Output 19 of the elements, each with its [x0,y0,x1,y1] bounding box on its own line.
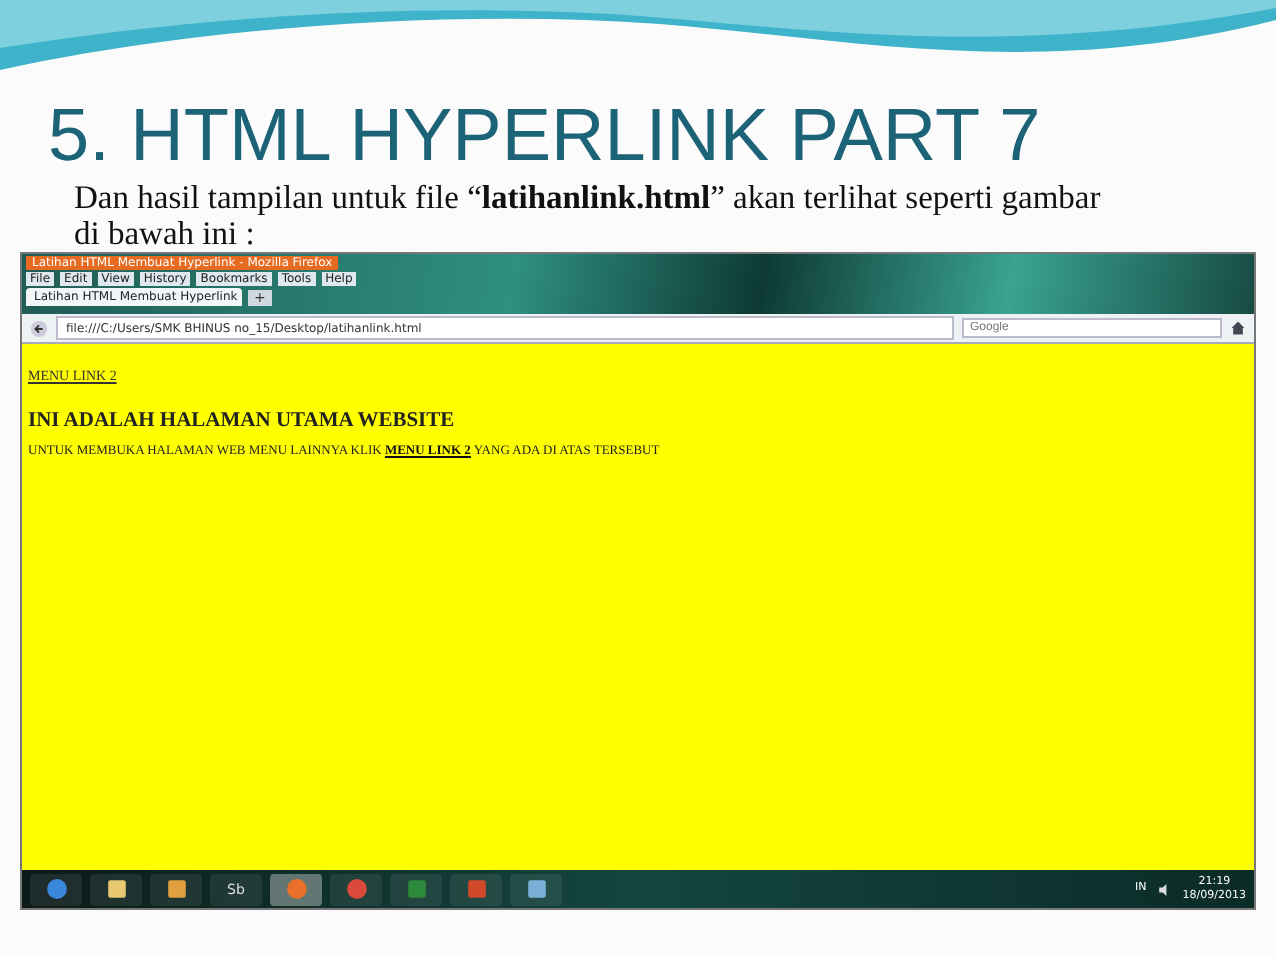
app-icon [405,878,427,900]
back-icon[interactable] [30,319,48,337]
taskbar-app[interactable] [150,873,202,905]
app-icon [165,878,187,900]
app-icon [45,878,67,900]
slide-text: Dan hasil tampilan untuk file “latihanlink.html” akan terlihat seperti gambar di bawah ini : [74,180,1103,252]
app-icon [285,878,307,900]
taskbar-app[interactable] [270,873,322,905]
app-icon [465,878,487,900]
slide-title: 5. HTML HYPERLINK PART 7 [48,92,1043,180]
home-icon[interactable] [1230,320,1246,336]
taskbar-app[interactable] [30,873,82,905]
app-icon [525,878,547,900]
taskbar-app[interactable] [510,873,562,905]
speaker-icon[interactable] [1158,883,1171,895]
app-icon [105,878,127,900]
page-heading: INI ADALAH HALAMAN UTAMA WEBSITE [28,410,457,432]
taskbar-app[interactable] [90,873,142,905]
app-icon [345,878,367,900]
